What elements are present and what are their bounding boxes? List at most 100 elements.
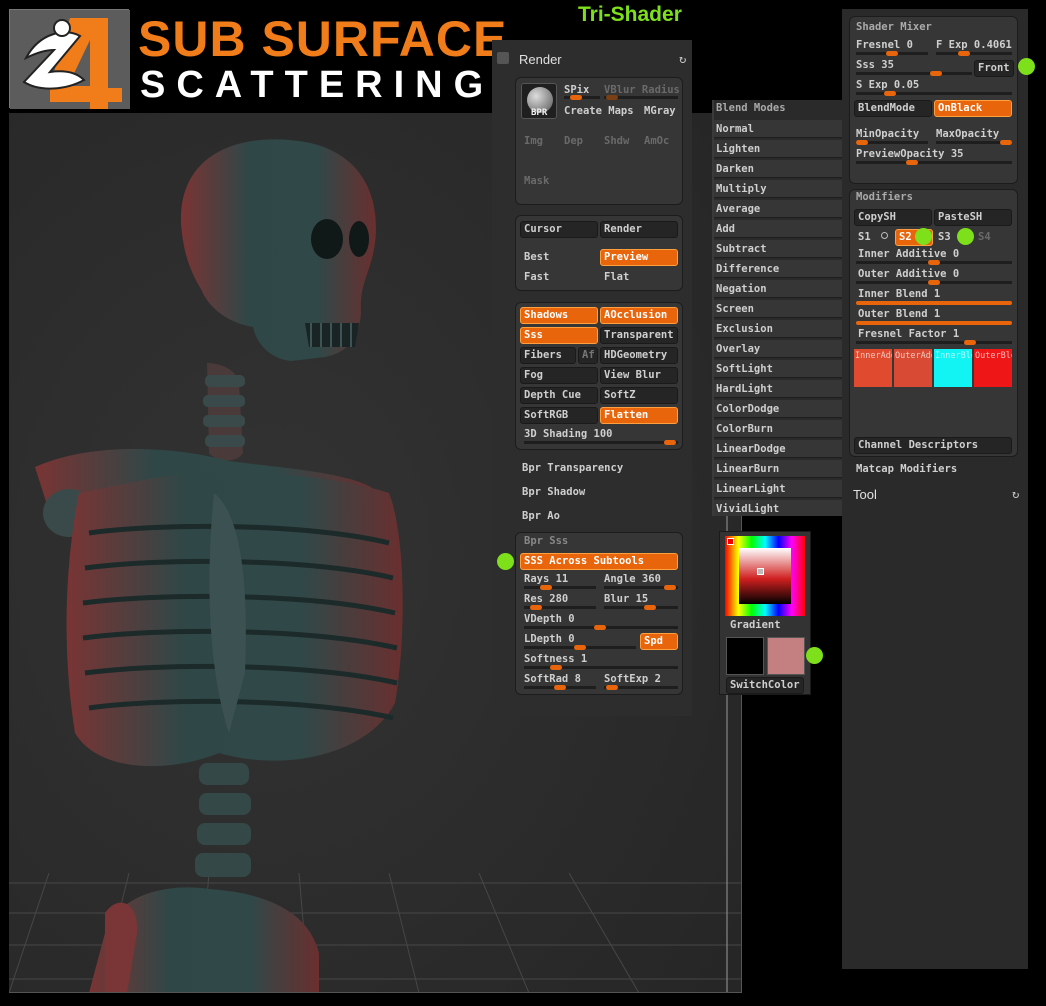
spd-button[interactable]: Spd [640, 633, 678, 650]
fresnel-factor-slider[interactable]: Fresnel Factor 1 [858, 327, 959, 341]
matcap-modifiers-section[interactable]: Matcap Modifiers [856, 462, 957, 476]
fresnel-slider[interactable]: Fresnel 0 [856, 38, 913, 52]
blur-slider[interactable]: Blur 15 [604, 592, 648, 606]
softrad-slider[interactable]: SoftRad 8 [524, 672, 581, 686]
picker-handle[interactable] [757, 568, 764, 575]
render-menu-icon[interactable] [497, 52, 509, 64]
softz-button[interactable]: SoftZ [600, 387, 678, 404]
sss-across-subtools-button[interactable]: SSS Across Subtools [520, 553, 678, 570]
img-button[interactable]: Img [524, 134, 543, 148]
hdgeometry-button[interactable]: HDGeometry [600, 347, 678, 364]
blend-mode-negation[interactable]: Negation [714, 280, 842, 298]
fibers-button[interactable]: Fibers [520, 347, 576, 364]
3d-shading-knob[interactable] [664, 440, 676, 445]
shadows-button[interactable]: Shadows [520, 307, 598, 324]
bpr-sss-title[interactable]: Bpr Sss [524, 534, 568, 548]
blend-mode-multiply[interactable]: Multiply [714, 180, 842, 198]
view-blur-button[interactable]: View Blur [600, 367, 678, 384]
inner-blend-slider[interactable]: Inner Blend 1 [858, 287, 940, 301]
f-exp-slider[interactable]: F Exp 0.4061 [936, 38, 1012, 52]
blend-mode-hardlight[interactable]: HardLight [714, 380, 842, 398]
mgray-button[interactable]: MGray [644, 104, 676, 118]
refresh-icon[interactable]: ↻ [679, 52, 686, 66]
inner-additive-slider[interactable]: Inner Additive 0 [858, 247, 959, 261]
blend-mode-linearlight[interactable]: LinearLight [714, 480, 842, 498]
bpr-ao-section[interactable]: Bpr Ao [522, 509, 560, 523]
blend-mode-exclusion[interactable]: Exclusion [714, 320, 842, 338]
blend-mode-lineardodge[interactable]: LinearDodge [714, 440, 842, 458]
blend-mode-difference[interactable]: Difference [714, 260, 842, 278]
outer-additive-slider[interactable]: Outer Additive 0 [858, 267, 959, 281]
blend-mode-overlay[interactable]: Overlay [714, 340, 842, 358]
rays-slider[interactable]: Rays 11 [524, 572, 568, 586]
blend-mode-colordodge[interactable]: ColorDodge [714, 400, 842, 418]
amoc-button[interactable]: AmOc [644, 134, 669, 148]
s4-radio[interactable]: S4 [978, 230, 991, 244]
create-maps-button[interactable]: Create Maps [564, 104, 634, 118]
outer-blend-slider[interactable]: Outer Blend 1 [858, 307, 940, 321]
color-picker[interactable] [725, 536, 805, 616]
flat-button[interactable]: Flat [604, 270, 629, 284]
res-slider[interactable]: Res 280 [524, 592, 568, 606]
transparent-button[interactable]: Transparent [600, 327, 678, 344]
front-button[interactable]: Front [974, 60, 1014, 77]
aocclusion-button[interactable]: AOcclusion [600, 307, 678, 324]
cursor-button[interactable]: Cursor [520, 221, 598, 238]
blend-mode-linearburn[interactable]: LinearBurn [714, 460, 842, 478]
preview-opacity-slider[interactable]: PreviewOpacity 35 [856, 147, 963, 161]
tool-refresh-icon[interactable]: ↻ [1012, 487, 1019, 501]
channel-descriptors-button[interactable]: Channel Descriptors [854, 437, 1012, 454]
bpr-button[interactable]: BPR [521, 83, 557, 119]
blend-mode-normal[interactable]: Normal [714, 120, 842, 138]
tool-title[interactable]: Tool [853, 487, 877, 502]
best-button[interactable]: Best [524, 250, 549, 264]
swatch-outerblend[interactable]: OuterBlend [974, 349, 1012, 387]
blend-mode-softlight[interactable]: SoftLight [714, 360, 842, 378]
blendmode-button[interactable]: BlendMode [854, 100, 932, 117]
af-button[interactable]: Af [578, 347, 598, 364]
main-color-swatch[interactable] [726, 637, 764, 675]
3d-shading-slider[interactable]: 3D Shading 100 [524, 427, 613, 441]
shdw-button[interactable]: Shdw [604, 134, 629, 148]
outer-blend-bar[interactable] [856, 321, 1012, 325]
angle-slider[interactable]: Angle 360 [604, 572, 661, 586]
bpr-shadow-section[interactable]: Bpr Shadow [522, 485, 585, 499]
s-exp-slider[interactable]: S Exp 0.05 [856, 78, 919, 92]
max-opacity-slider[interactable]: MaxOpacity [936, 127, 999, 141]
blend-mode-add[interactable]: Add [714, 220, 842, 238]
bpr-transparency-section[interactable]: Bpr Transparency [522, 461, 623, 475]
min-opacity-slider[interactable]: MinOpacity [856, 127, 919, 141]
pastesh-button[interactable]: PasteSH [934, 209, 1012, 226]
fast-button[interactable]: Fast [524, 270, 549, 284]
depth-cue-button[interactable]: Depth Cue [520, 387, 598, 404]
gradient-button[interactable]: Gradient [730, 618, 781, 632]
mask-button[interactable]: Mask [524, 174, 549, 188]
blend-mode-vividlight[interactable]: VividLight [714, 500, 842, 516]
swatch-outeradd[interactable]: OuterAdd [894, 349, 932, 387]
fog-button[interactable]: Fog [520, 367, 598, 384]
onblack-button[interactable]: OnBlack [934, 100, 1012, 117]
secondary-color-swatch[interactable] [767, 637, 805, 675]
vdepth-slider[interactable]: VDepth 0 [524, 612, 575, 626]
blend-mode-darken[interactable]: Darken [714, 160, 842, 178]
sss-button[interactable]: Sss [520, 327, 598, 344]
blend-mode-average[interactable]: Average [714, 200, 842, 218]
softexp-slider[interactable]: SoftExp 2 [604, 672, 661, 686]
blend-mode-lighten[interactable]: Lighten [714, 140, 842, 158]
render-button[interactable]: Render [600, 221, 678, 238]
flatten-button[interactable]: Flatten [600, 407, 678, 424]
s1-radio-icon[interactable] [881, 232, 888, 239]
shader-mixer-title[interactable]: Shader Mixer [856, 20, 932, 34]
preview-button[interactable]: Preview [600, 249, 678, 266]
s3-radio[interactable]: S3 [938, 230, 951, 244]
modifiers-title[interactable]: Modifiers [856, 190, 913, 204]
blend-mode-screen[interactable]: Screen [714, 300, 842, 318]
render-title[interactable]: Render [519, 52, 562, 67]
blend-mode-colorburn[interactable]: ColorBurn [714, 420, 842, 438]
swatch-innerblend[interactable]: InnerBlend [934, 349, 972, 387]
blend-mode-subtract[interactable]: Subtract [714, 240, 842, 258]
inner-blend-bar[interactable] [856, 301, 1012, 305]
switch-color-button[interactable]: SwitchColor [726, 677, 804, 694]
ldepth-slider[interactable]: LDepth 0 [524, 632, 575, 646]
swatch-inneradd[interactable]: InnerAdd [854, 349, 892, 387]
